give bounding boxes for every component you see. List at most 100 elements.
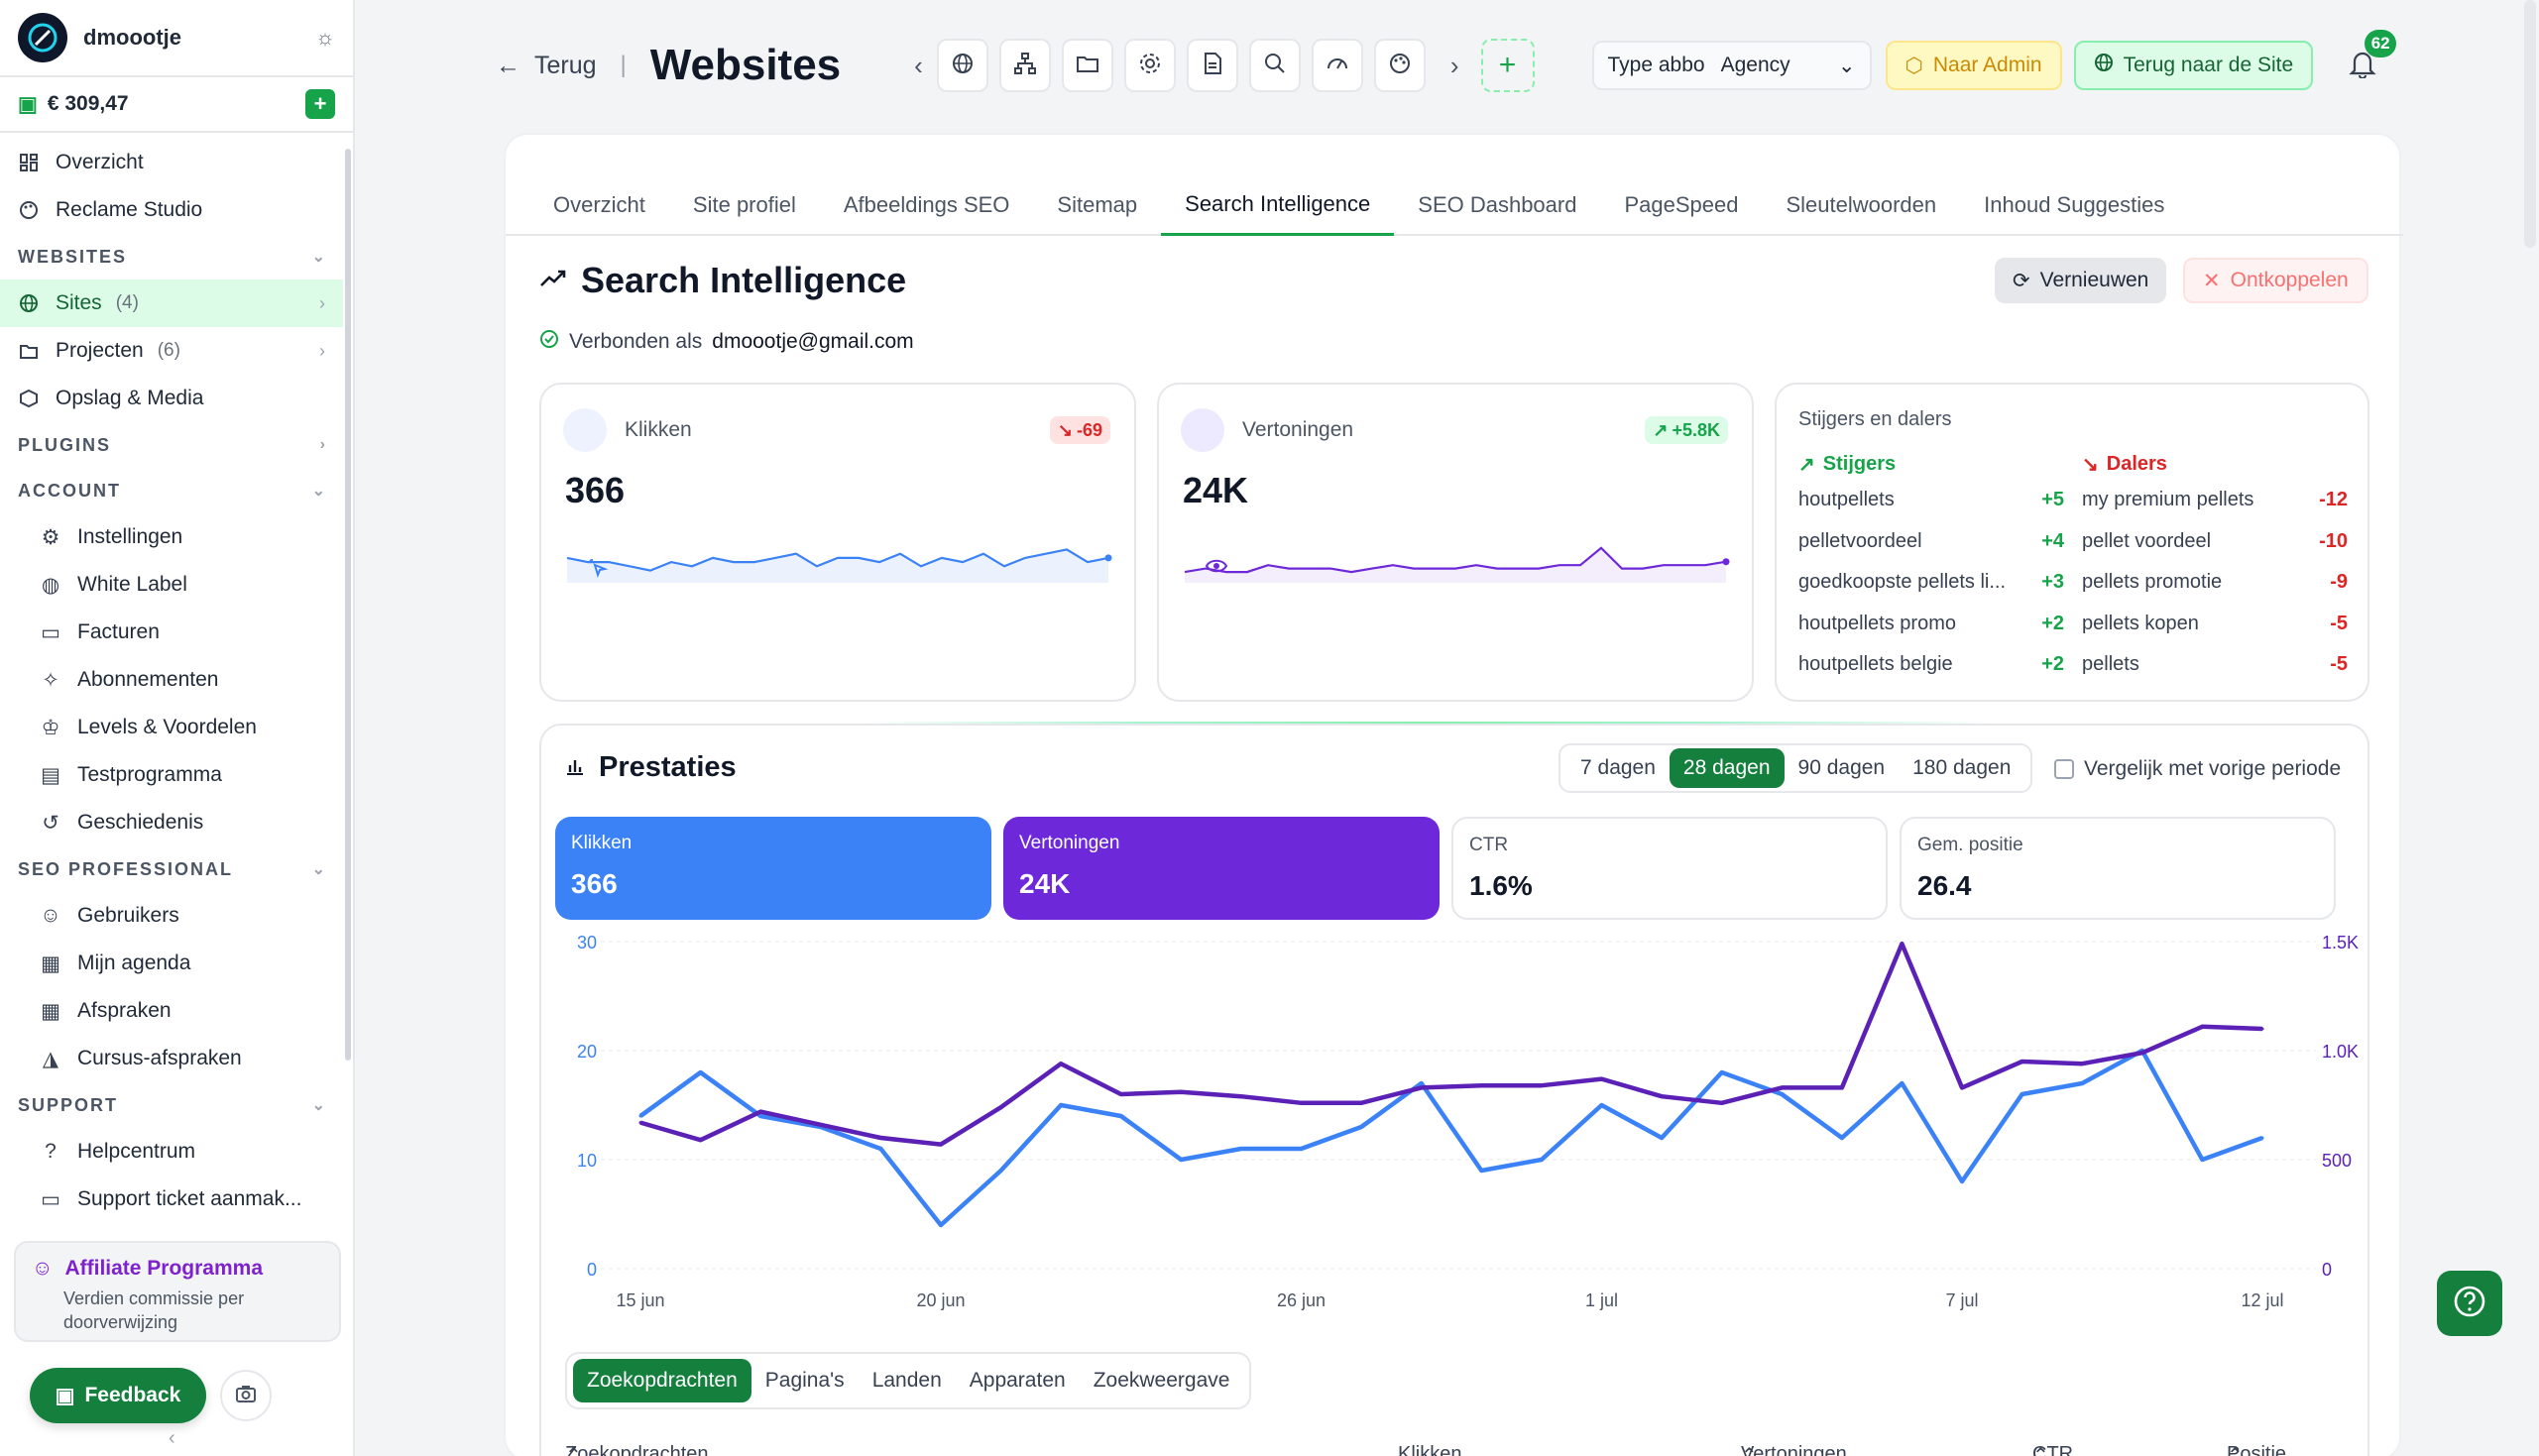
tab-site-profiel[interactable]: Site profiel [669,174,820,236]
section-websites[interactable]: WEBSITES ⌄ [0,234,343,280]
palette-tool-button[interactable] [1373,39,1426,92]
page-scrollbar[interactable] [2524,0,2536,248]
riser-row[interactable]: pelletvoordeel +4 [1798,521,2064,563]
subtab-zoekopdrachten[interactable]: Zoekopdrachten [573,1359,751,1402]
tab-overzicht[interactable]: Overzicht [529,174,669,236]
data-point [1900,1081,1904,1085]
notifications-button[interactable]: 62 [2341,30,2397,87]
faller-row[interactable]: pellets -5 [2082,644,2348,686]
sidebar-item-facturen[interactable]: ▭ Facturen [0,609,343,656]
clipboard-icon: ▤ [41,763,60,787]
sidebar-item-support-ticket[interactable]: ▭ Support ticket aanmak... [0,1176,343,1223]
tab-inhoud-suggesties[interactable]: Inhoud Suggesties [1960,174,2188,236]
subtab-landen[interactable]: Landen [859,1359,956,1402]
sidebar-item-opslag-media[interactable]: Opslag & Media [0,375,343,422]
section-seo-professional[interactable]: SEO PROFESSIONAL ⌄ [0,846,343,892]
sidebar-item-cursus-afspraken[interactable]: ◮ Cursus-afspraken [0,1035,343,1082]
collapse-sidebar-icon[interactable]: ‹ [169,1427,175,1450]
column-header-impressions[interactable]: Vertoningen ⌃ [1741,1443,1847,1456]
sidebar-item-levels[interactable]: ♔ Levels & Voordelen [0,704,343,751]
section-plugins[interactable]: PLUGINS › [0,422,343,468]
affiliate-card[interactable]: ☺ Affiliate Programma Verdien commissie p… [14,1241,341,1342]
faller-row[interactable]: pellets promotie -9 [2082,562,2348,604]
back-button[interactable]: ← Terug [496,52,597,80]
sidebar-item-white-label[interactable]: ◍ White Label [0,561,343,609]
data-point [2080,1081,2084,1085]
theme-toggle-icon[interactable]: ☼ [315,25,335,51]
refresh-button[interactable]: ⟳ Vernieuwen [1995,258,2167,303]
sitemap-tool-button[interactable] [998,39,1051,92]
calendar-check-icon: ▦ [41,999,60,1023]
range-7-days[interactable]: 7 dagen [1566,748,1670,788]
riser-row[interactable]: houtpellets belgie +2 [1798,644,2064,686]
admin-button[interactable]: ⬡ Naar Admin [1885,41,2062,90]
screenshot-button[interactable] [220,1370,272,1421]
sidebar-item-geschiedenis[interactable]: ↺ Geschiedenis [0,799,343,846]
riser-row[interactable]: goedkoopste pellets li... +3 [1798,562,2064,604]
stat-clicks[interactable]: Klikken 366 [555,817,991,920]
range-90-days[interactable]: 90 dagen [1785,748,1900,788]
subtab-apparaten[interactable]: Apparaten [956,1359,1080,1402]
sidebar-item-reclame-studio[interactable]: Reclame Studio [0,186,343,234]
sidebar-item-helpcentrum[interactable]: ? Helpcentrum [0,1128,343,1176]
sidebar-item-testprogramma[interactable]: ▤ Testprogramma [0,751,343,799]
sparkles-icon: ✧ [42,668,59,692]
add-balance-button[interactable]: + [305,89,335,119]
column-header-clicks[interactable]: Klikken ⌄ [1398,1443,1461,1456]
globe-tool-button[interactable] [936,39,988,92]
compare-checkbox[interactable] [2054,759,2074,779]
add-tool-button[interactable]: + [1480,39,1535,92]
subscription-type-select[interactable]: Type abbo Agency ⌄ [1591,41,1872,90]
sidebar-scrollbar[interactable] [345,149,351,1061]
feedback-button[interactable]: ▣ Feedback [30,1368,206,1423]
subtab-paginas[interactable]: Pagina's [751,1359,859,1402]
chevron-right-icon[interactable]: › [1450,51,1459,81]
sidebar-item-overzicht[interactable]: Overzicht [0,139,343,186]
compare-previous-toggle[interactable]: Vergelijk met vorige periode [2054,757,2341,781]
folder-tool-button[interactable] [1061,39,1113,92]
faller-row[interactable]: my premium pellets -12 [2082,480,2348,521]
sidebar-item-mijn-agenda[interactable]: ▦ Mijn agenda [0,940,343,987]
help-button[interactable] [2437,1271,2502,1336]
sidebar: dmoootje ☼ ▣ € 309,47 + Overzicht Reclam… [0,0,355,1456]
section-support[interactable]: SUPPORT ⌄ [0,1082,343,1128]
tab-afbeeldings-seo[interactable]: Afbeeldings SEO [820,174,1034,236]
stat-avg-position[interactable]: Gem. positie 26.4 [1900,817,2336,920]
stat-ctr[interactable]: CTR 1.6% [1451,817,1888,920]
brand-logo[interactable] [18,13,67,62]
data-point [1720,1101,1724,1105]
tab-pagespeed[interactable]: PageSpeed [1600,174,1762,236]
range-180-days[interactable]: 180 dagen [1899,748,2024,788]
document-tool-button[interactable] [1186,39,1238,92]
sidebar-item-sites[interactable]: Sites (4) › [0,280,343,327]
column-header-query[interactable]: Zoekopdrachten ⌃ [565,1443,709,1456]
stat-impressions[interactable]: Vertoningen 24K [1003,817,1440,920]
tab-search-intelligence[interactable]: Search Intelligence [1161,174,1395,236]
faller-row[interactable]: pellet voordeel -10 [2082,521,2348,563]
back-to-site-button[interactable]: Terug naar de Site [2073,41,2314,90]
subtab-zoekweergave[interactable]: Zoekweergave [1080,1359,1244,1402]
disconnect-button[interactable]: ✕ Ontkoppelen [2183,258,2368,303]
tab-seo-dashboard[interactable]: SEO Dashboard [1394,174,1600,236]
faller-row[interactable]: pellets kopen -5 [2082,604,2348,645]
sidebar-item-instellingen[interactable]: ⚙ Instellingen [0,513,343,561]
range-28-days[interactable]: 28 dagen [1669,748,1785,788]
tab-sleutelwoorden[interactable]: Sleutelwoorden [1762,174,1960,236]
column-header-ctr[interactable]: CTR ⌃ [2032,1443,2073,1456]
tab-sitemap[interactable]: Sitemap [1033,174,1161,236]
sidebar-item-projecten[interactable]: Projecten (6) › [0,327,343,375]
column-header-position[interactable]: Positie ⌃ [2227,1443,2286,1456]
speed-tool-button[interactable] [1311,39,1363,92]
sidebar-item-gebruikers[interactable]: ☺ Gebruikers [0,892,343,940]
sidebar-item-label: Geschiedenis [77,811,204,834]
sidebar-item-abonnementen[interactable]: ✧ Abonnementen [0,656,343,704]
sidebar-item-afspraken[interactable]: ▦ Afspraken [0,987,343,1035]
section-account[interactable]: ACCOUNT ⌄ [0,468,343,513]
data-point [1840,1136,1844,1140]
search-tool-button[interactable] [1248,39,1301,92]
chevron-left-icon[interactable]: ‹ [914,51,923,81]
settings-tool-button[interactable] [1123,39,1176,92]
riser-row[interactable]: houtpellets +5 [1798,480,2064,521]
riser-row[interactable]: houtpellets promo +2 [1798,604,2064,645]
data-point [1239,1147,1243,1151]
